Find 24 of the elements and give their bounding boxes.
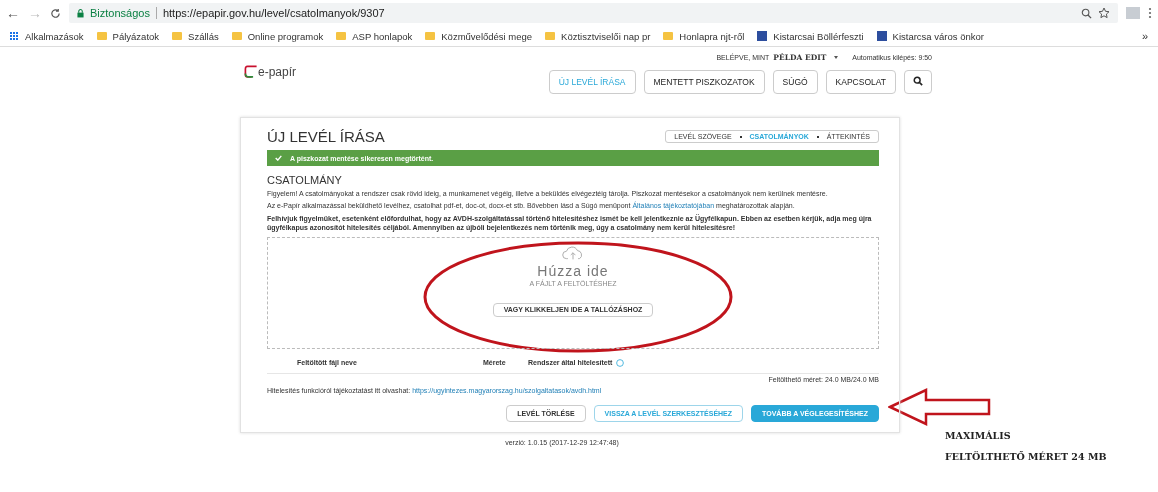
url-text: https://epapir.gov.hu/level/csatolmanyok/9307 [162,7,385,19]
bookmark[interactable]: Alkalmazások [10,30,84,42]
nav-button[interactable]: SÚGÓ [772,70,818,94]
nav-button[interactable]: KAPCSOLAT [825,70,896,94]
secure-label: Biztonságos [90,7,150,19]
more-bookmarks[interactable]: » [1141,30,1148,42]
back-button[interactable]: ← [6,5,20,21]
bookmark[interactable]: Kistarcsai Böllérfeszti [757,30,864,42]
drop-title: Húzza ide [537,262,609,279]
bookmark[interactable]: Szállás [172,30,219,42]
bookmark[interactable]: ASP honlapok [336,30,413,42]
nav-button[interactable]: MENTETT PISZKOZATOK [643,70,765,94]
section-title: CSATOLMÁNY [267,174,343,186]
annotation-text: FELTÖLTHETŐ MÉRET 24 MB [945,451,1107,462]
logo[interactable]: e-papír [244,63,297,81]
bookmark[interactable]: Online programok [231,30,324,42]
annotation-text: MAXIMÁLIS [945,430,1012,441]
bookmark[interactable]: Kistarcsa város önkor [876,30,984,42]
bookmark[interactable]: Közművelődési mege [425,30,533,42]
bookmark[interactable]: Honlapra njt-ről [663,30,745,42]
address-bar[interactable]: Biztonságos https://epapir.gov.hu/level/csatolmanyok/9307 [69,3,1118,23]
bookmark[interactable]: Pályázatok [96,30,160,42]
bookmark[interactable]: Köztisztviselői nap pr [545,30,651,42]
page-title: ÚJ LEVÉL ÍRÁSA [267,128,385,145]
